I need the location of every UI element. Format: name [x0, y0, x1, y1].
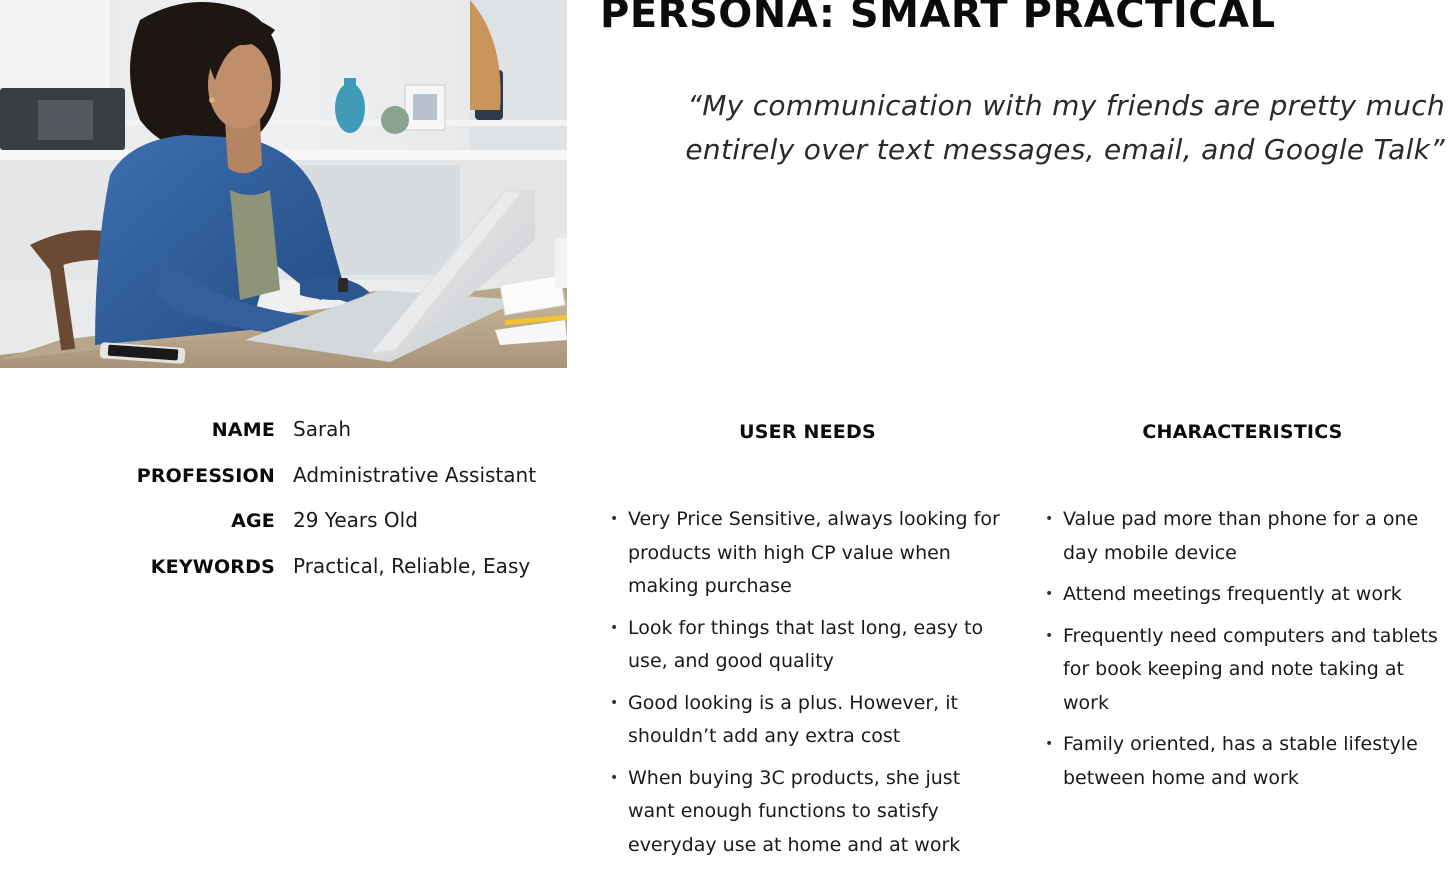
list-item-text: When buying 3C products, she just want e… — [628, 766, 961, 856]
page-title: PERSONA: SMART PRACTICAL — [600, 0, 1276, 37]
profile-row-profession: PROFESSION Administrative Assistant — [100, 463, 560, 509]
profile-row-name: NAME Sarah — [100, 417, 560, 463]
quote-line-2: entirely over text messages, email, and … — [685, 133, 1445, 166]
bullet-icon: • — [1045, 627, 1054, 644]
characteristics-heading: CHARACTERISTICS — [1142, 421, 1343, 443]
user-needs-section: USER NEEDS • Very Price Sensitive, always… — [605, 418, 1010, 870]
bullet-icon: • — [610, 694, 619, 711]
bullet-icon: • — [610, 619, 619, 636]
list-item: • Value pad more than phone for a one day… — [1040, 503, 1445, 570]
profile-value: 29 Years Old — [293, 508, 418, 533]
list-item: • Good looking is a plus. However, it sho… — [605, 687, 1010, 754]
profile-value: Administrative Assistant — [293, 462, 537, 487]
profile-value: Practical, Reliable, Easy — [293, 554, 531, 579]
profile-value: Sarah — [293, 417, 352, 441]
list-item-text: Family oriented, has a stable lifestyle … — [1063, 733, 1418, 789]
bullet-icon: • — [610, 769, 619, 786]
profile-label: NAME — [211, 419, 275, 441]
bullet-icon: • — [1045, 736, 1054, 752]
profile-label: PROFESSION — [136, 464, 275, 487]
characteristics-list: • Value pad more than phone for a one day… — [1040, 503, 1445, 795]
list-item-text: Very Price Sensitive, always looking for… — [628, 508, 1000, 597]
user-needs-heading: USER NEEDS — [739, 421, 876, 443]
bullet-icon: • — [1045, 586, 1054, 602]
profile-label: AGE — [231, 510, 275, 533]
list-item: • When buying 3C products, she just want … — [605, 762, 1010, 863]
list-item-text: Good looking is a plus. However, it shou… — [628, 691, 958, 748]
bullet-icon: • — [610, 511, 619, 527]
list-item-text: Look for things that last long, easy to … — [628, 616, 984, 673]
list-item-text: Attend meetings frequently at work — [1063, 583, 1402, 605]
bullet-icon: • — [1045, 511, 1054, 527]
profile-label: KEYWORDS — [150, 556, 275, 579]
list-item: • Attend meetings frequently at work — [1040, 578, 1445, 612]
persona-quote: “My communication with my friends are pr… — [645, 84, 1445, 172]
profile-row-age: AGE 29 Years Old — [100, 508, 560, 554]
profile-row-keywords: KEYWORDS Practical, Reliable, Easy — [100, 554, 560, 600]
user-needs-list: • Very Price Sensitive, always looking fo… — [605, 503, 1010, 862]
persona-photo — [0, 0, 567, 368]
characteristics-section: CHARACTERISTICS • Value pad more than pho… — [1040, 418, 1445, 803]
list-item-text: Value pad more than phone for a one day … — [1063, 508, 1419, 564]
list-item-text: Frequently need computers and tablets fo… — [1063, 624, 1438, 714]
quote-line-1: “My communication with my friends are pr… — [687, 89, 1445, 122]
list-item: • Frequently need computers and tablets f… — [1040, 620, 1445, 721]
list-item: • Family oriented, has a stable lifestyle… — [1040, 728, 1445, 795]
list-item: • Very Price Sensitive, always looking fo… — [605, 503, 1010, 604]
list-item: • Look for things that last long, easy to… — [605, 612, 1010, 679]
profile-details: NAME Sarah PROFESSION Administrative Ass… — [100, 417, 560, 600]
